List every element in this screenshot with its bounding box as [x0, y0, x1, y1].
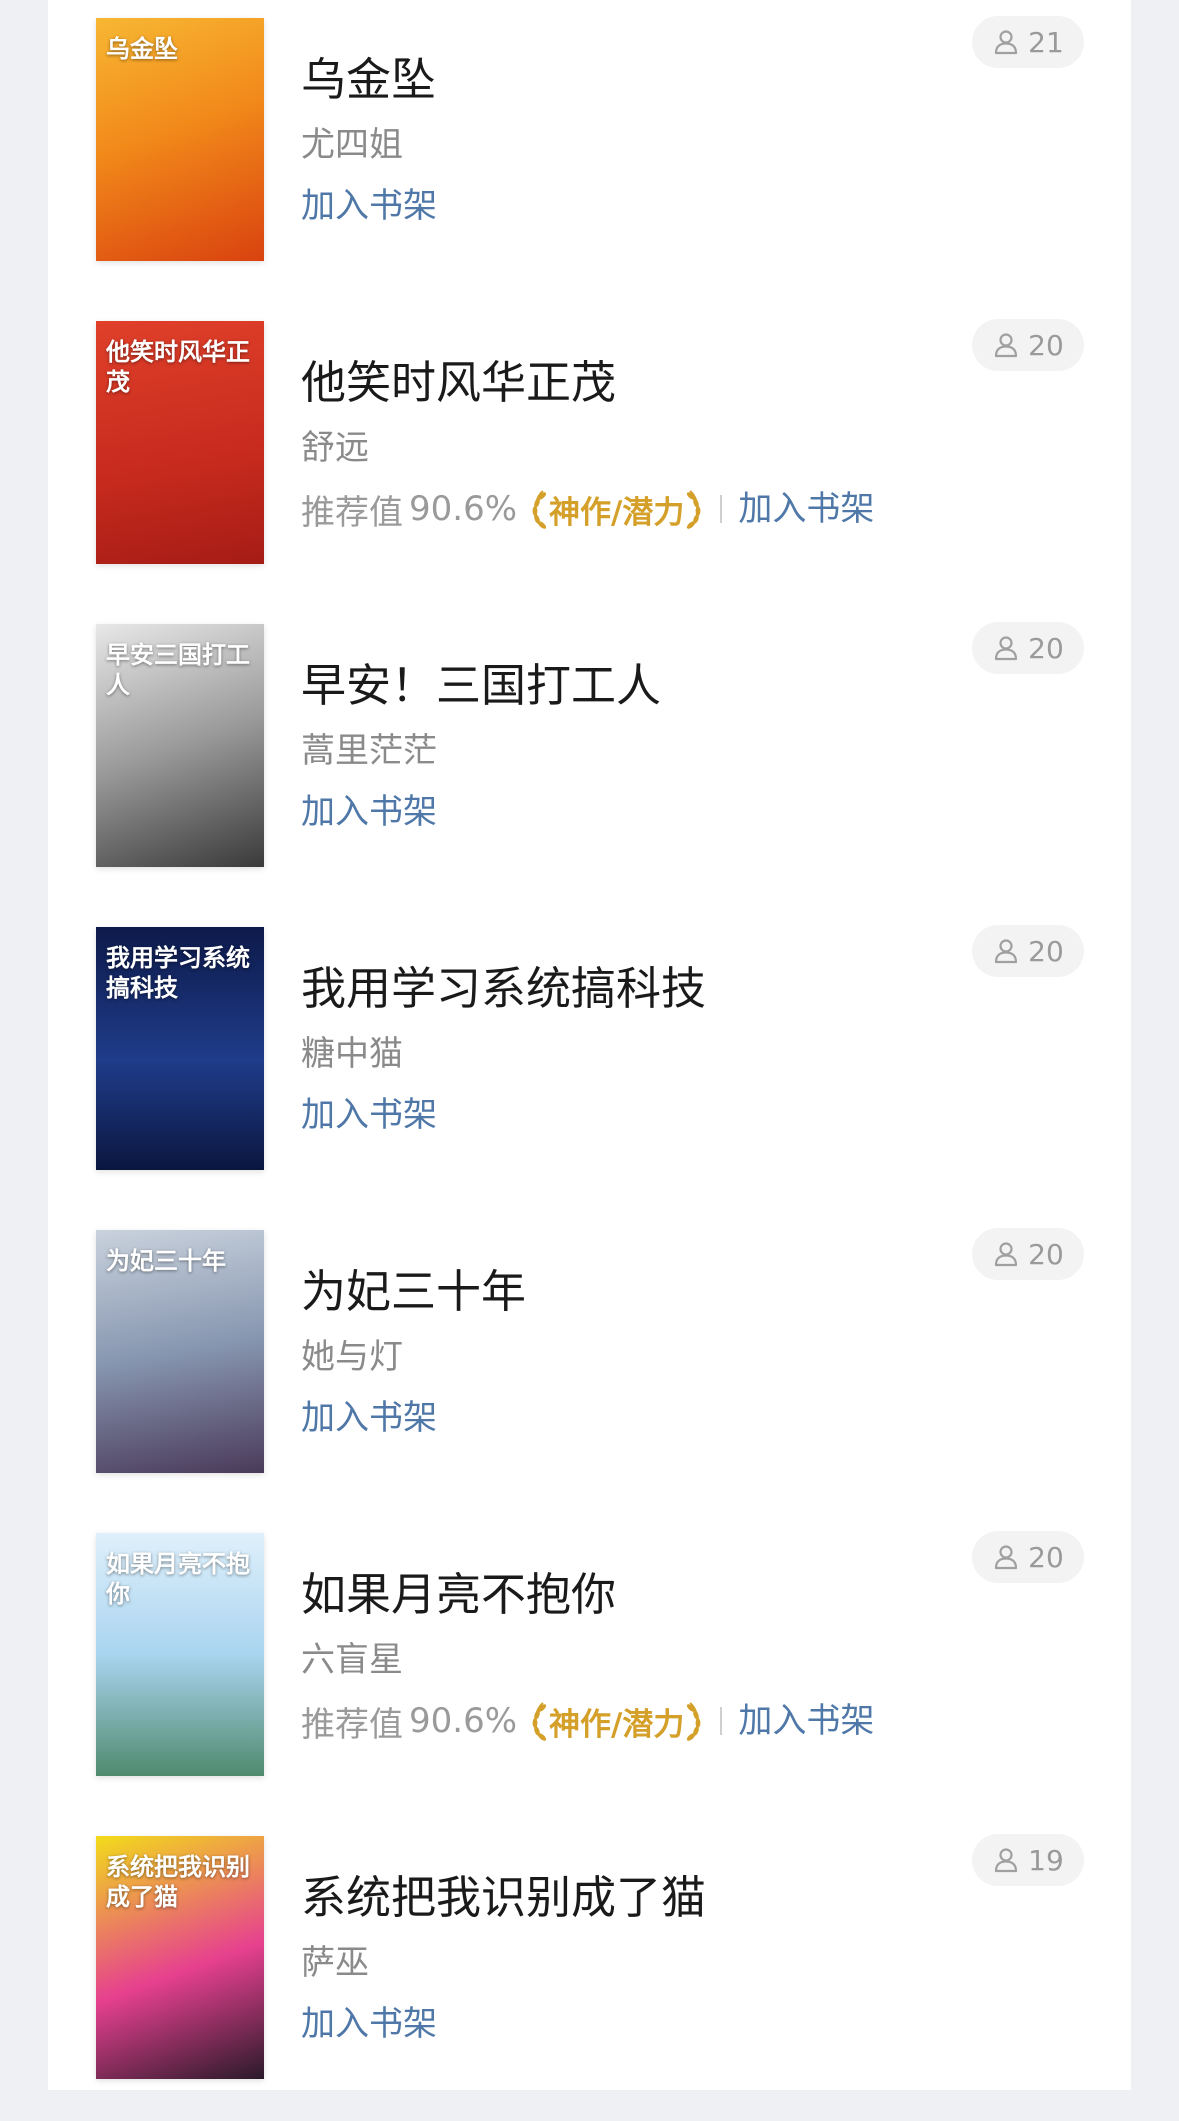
rating-badge-text: 神作/潜力: [549, 494, 685, 531]
book-cover[interactable]: 系统把我识别成了猫: [96, 1836, 264, 2079]
laurel-icon: [687, 490, 701, 529]
book-list-panel: 乌金坠 乌金坠 尤四姐 加入书架 21 他笑时风华正茂 他笑时风华正茂 舒远 推…: [48, 0, 1131, 2090]
book-cover[interactable]: 为妃三十年: [96, 1230, 264, 1473]
book-meta: 加入书架: [301, 790, 437, 834]
book-cover[interactable]: 早安三国打工人: [96, 624, 264, 867]
book-title[interactable]: 早安！三国打工人: [301, 658, 661, 714]
person-outline-icon: [995, 333, 1018, 358]
rating-badge-text: 神作/潜力: [549, 1706, 685, 1743]
reader-count: 20: [1028, 328, 1064, 362]
book-cover[interactable]: 他笑时风华正茂: [96, 321, 264, 564]
book-meta: 加入书架: [301, 184, 437, 228]
person-outline-icon: [995, 636, 1018, 661]
reader-count-badge: 20: [972, 622, 1084, 674]
reader-count: 20: [1028, 1237, 1064, 1271]
add-to-shelf-link[interactable]: 加入书架: [301, 1093, 437, 1137]
recommend-label: 推荐值: [301, 1704, 403, 1745]
book-meta: 加入书架: [301, 1396, 437, 1440]
reader-count-badge: 20: [972, 925, 1084, 977]
person-outline-icon: [995, 939, 1018, 964]
book-title[interactable]: 他笑时风华正茂: [301, 355, 616, 411]
person-outline-icon: [995, 30, 1018, 55]
add-to-shelf-link[interactable]: 加入书架: [301, 790, 437, 834]
person-outline-icon: [995, 1545, 1018, 1570]
reader-count: 20: [1028, 1540, 1064, 1574]
add-to-shelf-link[interactable]: 加入书架: [738, 487, 874, 531]
book-cover-text: 系统把我识别成了猫: [106, 1853, 250, 1911]
divider: [720, 1707, 723, 1735]
reader-count: 19: [1028, 1843, 1064, 1877]
reader-count: 20: [1028, 631, 1064, 665]
recommend-value: 90.6%: [409, 1701, 518, 1741]
reader-count: 21: [1028, 25, 1064, 59]
rating-badge: 神作/潜力: [527, 487, 706, 532]
book-item[interactable]: 乌金坠 乌金坠 尤四姐 加入书架 21: [48, 0, 1131, 303]
recommend-label: 推荐值: [301, 492, 403, 533]
book-item[interactable]: 系统把我识别成了猫 系统把我识别成了猫 萨巫 加入书架 19: [48, 1818, 1131, 2121]
book-cover[interactable]: 我用学习系统搞科技: [96, 927, 264, 1170]
reader-count-badge: 21: [972, 16, 1084, 68]
laurel-icon: [532, 490, 547, 529]
book-cover-text: 我用学习系统搞科技: [106, 944, 250, 1002]
divider: [720, 495, 723, 523]
book-title[interactable]: 系统把我识别成了猫: [301, 1870, 706, 1926]
book-item[interactable]: 他笑时风华正茂 他笑时风华正茂 舒远 推荐值 90.6% 神作/潜力 加入书架 20: [48, 303, 1131, 606]
book-cover-text: 他笑时风华正茂: [106, 338, 250, 396]
book-meta: 加入书架: [301, 1093, 437, 1137]
recommend-value: 90.6%: [409, 489, 518, 529]
book-author[interactable]: 她与灯: [301, 1336, 403, 1378]
book-title[interactable]: 乌金坠: [301, 52, 436, 108]
reader-count: 20: [1028, 934, 1064, 968]
book-cover-text: 早安三国打工人: [106, 641, 250, 699]
person-outline-icon: [995, 1242, 1018, 1267]
book-cover-text: 乌金坠: [106, 35, 178, 63]
person-outline-icon: [995, 1848, 1018, 1873]
laurel-icon: [687, 1702, 701, 1741]
add-to-shelf-link[interactable]: 加入书架: [301, 184, 437, 228]
book-title[interactable]: 我用学习系统搞科技: [301, 961, 706, 1017]
book-cover[interactable]: 乌金坠: [96, 18, 264, 261]
book-title[interactable]: 为妃三十年: [301, 1264, 526, 1320]
reader-count-badge: 20: [972, 1531, 1084, 1583]
book-author[interactable]: 萨巫: [301, 1942, 369, 1984]
reader-count-badge: 19: [972, 1834, 1084, 1886]
book-author[interactable]: 舒远: [301, 427, 369, 469]
book-title[interactable]: 如果月亮不抱你: [301, 1567, 616, 1623]
add-to-shelf-link[interactable]: 加入书架: [301, 2002, 437, 2046]
reader-count-badge: 20: [972, 1228, 1084, 1280]
book-meta: 推荐值 90.6% 神作/潜力 加入书架: [301, 1699, 874, 1745]
book-author[interactable]: 糖中猫: [301, 1033, 403, 1075]
book-item[interactable]: 早安三国打工人 早安！三国打工人 蒿里茫茫 加入书架 20: [48, 606, 1131, 909]
book-item[interactable]: 如果月亮不抱你 如果月亮不抱你 六盲星 推荐值 90.6% 神作/潜力 加入书架 20: [48, 1515, 1131, 1818]
book-cover[interactable]: 如果月亮不抱你: [96, 1533, 264, 1776]
rating-badge: 神作/潜力: [527, 1699, 706, 1744]
book-item[interactable]: 为妃三十年 为妃三十年 她与灯 加入书架 20: [48, 1212, 1131, 1515]
book-author[interactable]: 六盲星: [301, 1639, 403, 1681]
add-to-shelf-link[interactable]: 加入书架: [301, 1396, 437, 1440]
book-cover-text: 为妃三十年: [106, 1247, 226, 1275]
book-meta: 加入书架: [301, 2002, 437, 2046]
book-cover-text: 如果月亮不抱你: [106, 1550, 250, 1608]
book-author[interactable]: 尤四姐: [301, 124, 403, 166]
laurel-icon: [532, 1702, 547, 1741]
add-to-shelf-link[interactable]: 加入书架: [738, 1699, 874, 1743]
book-meta: 推荐值 90.6% 神作/潜力 加入书架: [301, 487, 874, 533]
book-item[interactable]: 我用学习系统搞科技 我用学习系统搞科技 糖中猫 加入书架 20: [48, 909, 1131, 1212]
reader-count-badge: 20: [972, 319, 1084, 371]
book-author[interactable]: 蒿里茫茫: [301, 730, 437, 772]
